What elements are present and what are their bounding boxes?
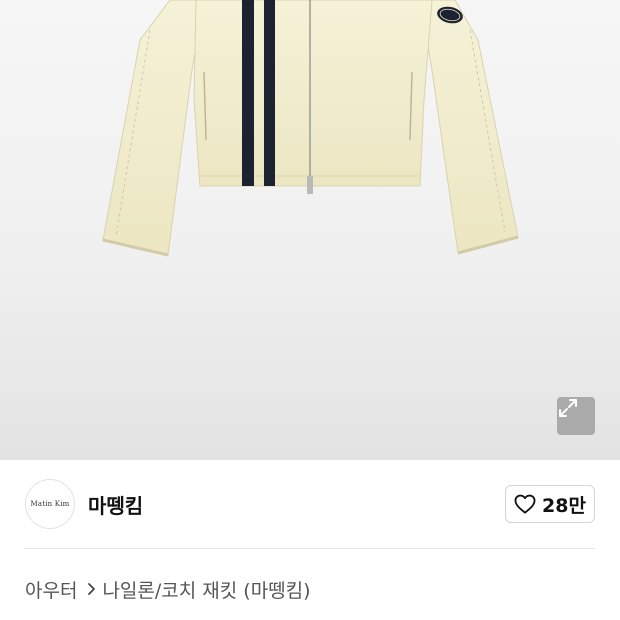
heart-outline-icon: [514, 494, 536, 514]
breadcrumb: 아우터 나일론/코치 재킷 (마뗑킴): [25, 574, 311, 604]
product-image[interactable]: [0, 0, 620, 460]
breadcrumb-product[interactable]: 나일론/코치 재킷 (마뗑킴): [102, 576, 310, 603]
chevron-right-icon: [87, 582, 96, 596]
brand-logo[interactable]: Matin Kim: [25, 479, 75, 529]
like-button[interactable]: 28만: [505, 485, 595, 523]
breadcrumb-category[interactable]: 아우터: [25, 576, 77, 603]
brand-logo-text: Matin Kim: [30, 500, 70, 508]
divider: [25, 548, 595, 549]
expand-arrows-icon: [559, 399, 577, 417]
brand-name[interactable]: 마뗑킴: [88, 490, 143, 519]
zoom-button[interactable]: [557, 397, 595, 435]
jacket-photo: [102, 0, 519, 257]
brand-row: Matin Kim 마뗑킴 28만: [25, 479, 595, 529]
like-count: 28만: [542, 494, 586, 517]
